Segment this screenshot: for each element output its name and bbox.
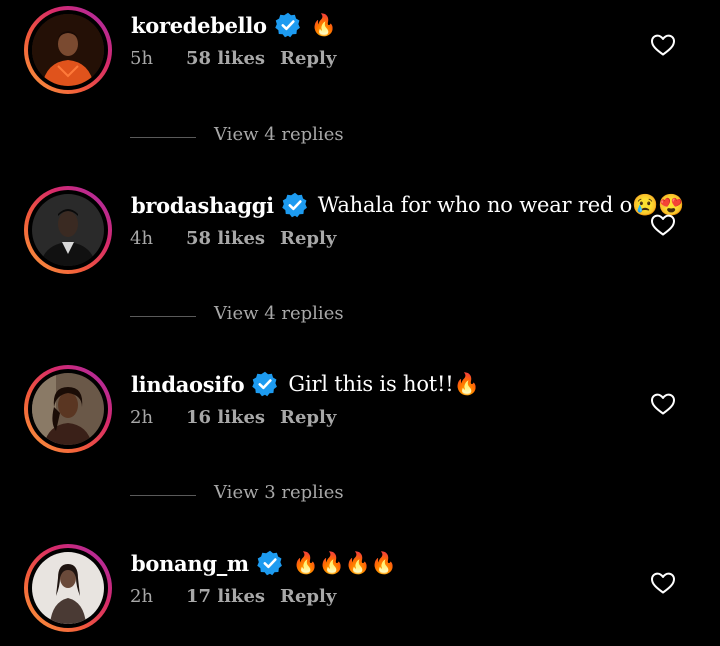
reply-button[interactable]: Reply	[280, 586, 336, 612]
view-replies-button[interactable]: View 4 replies	[130, 124, 430, 150]
comment-text: Wahala for who no wear red o😢😍	[317, 192, 684, 217]
verified-badge-icon	[281, 191, 309, 219]
comment-text: 🔥	[310, 12, 337, 37]
comment-text: 🔥🔥🔥🔥	[292, 550, 397, 575]
comment-text: Girl this is hot!!🔥	[288, 371, 480, 396]
avatar[interactable]	[32, 14, 104, 86]
comment-item: koredebello 🔥 5h 58 likes Reply	[0, 0, 720, 100]
heart-outline-icon[interactable]	[650, 571, 676, 595]
story-ring[interactable]	[24, 544, 112, 632]
username[interactable]: koredebello	[131, 13, 267, 38]
story-ring[interactable]	[24, 365, 112, 453]
heart-outline-icon[interactable]	[650, 33, 676, 57]
avatar[interactable]	[32, 552, 104, 624]
avatar[interactable]	[32, 373, 104, 445]
comment-item: lindaosifo Girl this is hot!!🔥 2h 16 lik…	[0, 359, 720, 459]
likes-count[interactable]: 58 likes	[186, 228, 265, 254]
verified-badge-icon	[274, 11, 302, 39]
view-replies-label[interactable]: View 3 replies	[214, 482, 344, 503]
divider-line	[130, 495, 196, 496]
comment-time: 4h	[130, 228, 154, 249]
likes-count[interactable]: 17 likes	[186, 586, 265, 612]
username[interactable]: lindaosifo	[131, 372, 245, 397]
likes-count[interactable]: 58 likes	[186, 48, 265, 74]
reply-button[interactable]: Reply	[280, 228, 336, 254]
heart-outline-icon[interactable]	[650, 392, 676, 416]
story-ring[interactable]	[24, 6, 112, 94]
username[interactable]: bonang_m	[131, 551, 249, 576]
comment-time: 2h	[130, 407, 154, 428]
view-replies-label[interactable]: View 4 replies	[214, 124, 344, 145]
comment-time: 5h	[130, 48, 154, 69]
divider-line	[130, 137, 196, 138]
verified-badge-icon	[251, 370, 279, 398]
view-replies-button[interactable]: View 3 replies	[130, 482, 430, 508]
verified-badge-icon	[256, 549, 284, 577]
view-replies-label[interactable]: View 4 replies	[214, 303, 344, 324]
comment-item: bonang_m 🔥🔥🔥🔥 2h 17 likes Reply	[0, 538, 720, 638]
likes-count[interactable]: 16 likes	[186, 407, 265, 433]
heart-outline-icon[interactable]	[650, 213, 676, 237]
story-ring[interactable]	[24, 186, 112, 274]
divider-line	[130, 316, 196, 317]
reply-button[interactable]: Reply	[280, 48, 336, 74]
avatar[interactable]	[32, 194, 104, 266]
reply-button[interactable]: Reply	[280, 407, 336, 433]
comment-time: 2h	[130, 586, 154, 607]
username[interactable]: brodashaggi	[131, 193, 274, 218]
view-replies-button[interactable]: View 4 replies	[130, 303, 430, 329]
comment-item: brodashaggi Wahala for who no wear red o…	[0, 180, 720, 280]
